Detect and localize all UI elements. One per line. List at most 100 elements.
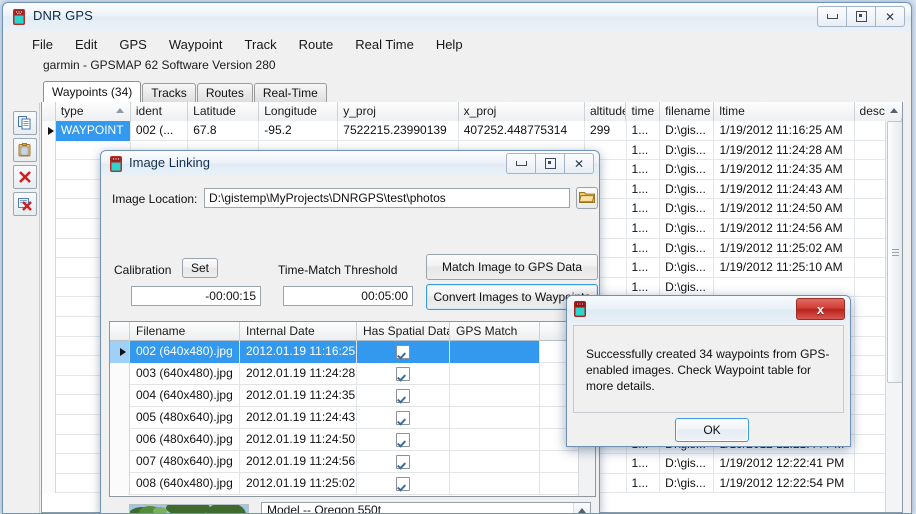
row-selector[interactable] xyxy=(110,341,130,363)
table-row[interactable]: 004 (640x480).jpg 2012.01.19 11:24:35 xyxy=(110,385,595,407)
row-selector[interactable] xyxy=(42,258,56,278)
cell-filename[interactable]: 004 (640x480).jpg xyxy=(130,385,240,407)
cell-internal-date[interactable]: 2012.01.19 11:16:25 xyxy=(240,341,357,363)
cell-has-spatial-data[interactable] xyxy=(357,385,450,407)
cell-time[interactable]: 1... xyxy=(627,140,661,161)
cell-filename[interactable]: D:\gis... xyxy=(660,454,715,474)
delete-button[interactable] xyxy=(13,165,37,189)
menu-item-route[interactable]: Route xyxy=(288,35,345,54)
cell-ltime[interactable]: 1/19/2012 12:22:54 PM xyxy=(714,473,855,494)
cell-filename[interactable]: D:\gis... xyxy=(660,238,715,259)
row-selector[interactable] xyxy=(42,336,56,357)
cell-gps-match[interactable] xyxy=(450,451,540,473)
spatial-data-checkbox[interactable] xyxy=(396,411,410,425)
column-header-y-proj[interactable]: y_proj xyxy=(338,102,459,121)
row-selector[interactable] xyxy=(110,385,130,407)
scroll-up-button[interactable] xyxy=(574,503,590,513)
column-header-filename[interactable]: Filename xyxy=(130,322,240,341)
cell-filename[interactable]: D:\gis... xyxy=(660,199,715,219)
cell-has-spatial-data[interactable] xyxy=(357,363,450,385)
row-selector[interactable] xyxy=(42,121,56,141)
row-selector[interactable] xyxy=(42,375,56,396)
spatial-data-checkbox[interactable] xyxy=(396,389,410,403)
spatial-data-checkbox[interactable] xyxy=(396,367,410,381)
cell-filename[interactable]: 005 (480x640).jpg xyxy=(130,407,240,429)
row-selector[interactable] xyxy=(110,473,130,495)
table-row[interactable]: 006 (480x640).jpg 2012.01.19 11:24:50 xyxy=(110,429,595,451)
cell-internal-date[interactable]: 2012.01.19 11:24:50 xyxy=(240,429,357,451)
row-selector[interactable] xyxy=(42,238,56,259)
table-row[interactable]: 007 (480x640).jpg 2012.01.19 11:24:56 xyxy=(110,451,595,473)
cell-has-spatial-data[interactable] xyxy=(357,473,450,495)
cell-gps-match[interactable] xyxy=(450,429,540,451)
row-selector[interactable] xyxy=(42,316,56,337)
restore-button[interactable] xyxy=(535,153,565,174)
cell-filename[interactable]: D:\gis... xyxy=(660,473,715,494)
copy-button[interactable] xyxy=(13,111,37,135)
row-selector[interactable] xyxy=(42,277,56,298)
cell-type[interactable]: WAYPOINT xyxy=(55,121,131,141)
column-header-time[interactable]: time xyxy=(626,102,661,121)
row-selector[interactable] xyxy=(42,434,56,455)
column-header-latitude[interactable]: Latitude xyxy=(188,102,260,121)
image-file-table[interactable]: Filename Internal Date Has Spatial Data … xyxy=(109,321,596,497)
column-header-longitude[interactable]: Longitude xyxy=(259,102,339,121)
minimize-button[interactable] xyxy=(506,153,536,174)
table-row[interactable]: 005 (480x640).jpg 2012.01.19 11:24:43 xyxy=(110,407,595,429)
spatial-data-checkbox[interactable] xyxy=(396,433,410,447)
exif-metadata-box[interactable]: Model -- Oregon 550t Software -- Microso… xyxy=(261,502,591,513)
calibration-offset-input[interactable] xyxy=(131,286,261,306)
cell-internal-date[interactable]: 2012.01.19 11:24:28 xyxy=(240,363,357,385)
time-match-threshold-input[interactable] xyxy=(283,286,413,306)
exif-scrollbar[interactable] xyxy=(573,503,590,513)
tab-routes[interactable]: Routes xyxy=(196,83,253,102)
row-selector[interactable] xyxy=(42,414,56,435)
paste-button[interactable] xyxy=(13,138,37,162)
match-image-to-gps-data-button[interactable]: Match Image to GPS Data xyxy=(426,254,598,280)
cell-gps-match[interactable] xyxy=(450,407,540,429)
cell-ltime[interactable]: 1/19/2012 11:24:28 AM xyxy=(714,140,855,161)
column-header-altitude[interactable]: altitude xyxy=(584,102,627,121)
row-selector[interactable] xyxy=(42,179,56,200)
cell-ltime[interactable]: 1/19/2012 11:25:10 AM xyxy=(714,258,855,278)
table-row[interactable]: WAYPOINT 002 (... 67.8 -95.2 7522215.2399013… xyxy=(42,121,902,141)
column-header-ltime[interactable]: ltime xyxy=(714,102,855,121)
cell-has-spatial-data[interactable] xyxy=(357,429,450,451)
cell-internal-date[interactable]: 2012.01.19 11:24:35 xyxy=(240,385,357,407)
cell-ltime[interactable]: 1/19/2012 11:24:50 AM xyxy=(714,199,855,219)
cell-time[interactable]: 1... xyxy=(627,238,661,259)
row-selector[interactable] xyxy=(42,140,56,161)
table-row[interactable]: 003 (640x480).jpg 2012.01.19 11:24:28 xyxy=(110,363,595,385)
menu-item-file[interactable]: File xyxy=(21,35,64,54)
cell-filename[interactable]: 006 (480x640).jpg xyxy=(130,429,240,451)
close-button[interactable]: x xyxy=(796,298,845,320)
tab-waypoints[interactable]: Waypoints (34) xyxy=(43,81,142,102)
browse-folder-button[interactable] xyxy=(576,187,598,209)
column-header-type[interactable]: type xyxy=(55,102,131,121)
cell-filename[interactable]: D:\gis... xyxy=(660,160,715,180)
cell-x-proj[interactable]: 407252.448775314 xyxy=(459,121,586,141)
cell-time[interactable]: 1... xyxy=(627,179,661,200)
cell-internal-date[interactable]: 2012.01.19 11:25:02 xyxy=(240,473,357,495)
cell-time[interactable]: 1... xyxy=(627,218,661,239)
cell-has-spatial-data[interactable] xyxy=(357,341,450,363)
cell-internal-date[interactable]: 2012.01.19 11:24:56 xyxy=(240,451,357,473)
row-selector[interactable] xyxy=(110,451,130,473)
cell-ltime[interactable]: 1/19/2012 11:24:43 AM xyxy=(714,179,855,200)
cell-latitude[interactable]: 67.8 xyxy=(188,121,260,141)
cell-filename[interactable]: D:\gis... xyxy=(660,179,715,200)
row-selector[interactable] xyxy=(110,429,130,451)
menu-item-help[interactable]: Help xyxy=(425,35,474,54)
spatial-data-checkbox[interactable] xyxy=(396,345,410,359)
ok-button[interactable]: OK xyxy=(675,418,749,442)
table-row[interactable]: 008 (640x480).jpg 2012.01.19 11:25:02 xyxy=(110,473,595,495)
column-header-gps-match[interactable]: GPS Match xyxy=(450,322,540,341)
column-header-has-spatial-data[interactable]: Has Spatial Data xyxy=(357,322,450,341)
row-selector[interactable] xyxy=(42,454,56,474)
close-button[interactable]: ✕ xyxy=(875,6,905,27)
spatial-data-checkbox[interactable] xyxy=(396,477,410,491)
minimize-button[interactable] xyxy=(817,6,847,27)
cell-ltime[interactable]: 1/19/2012 12:22:41 PM xyxy=(714,454,855,474)
cell-ident[interactable]: 002 (... xyxy=(131,121,189,141)
cell-time[interactable]: 1... xyxy=(627,199,661,219)
